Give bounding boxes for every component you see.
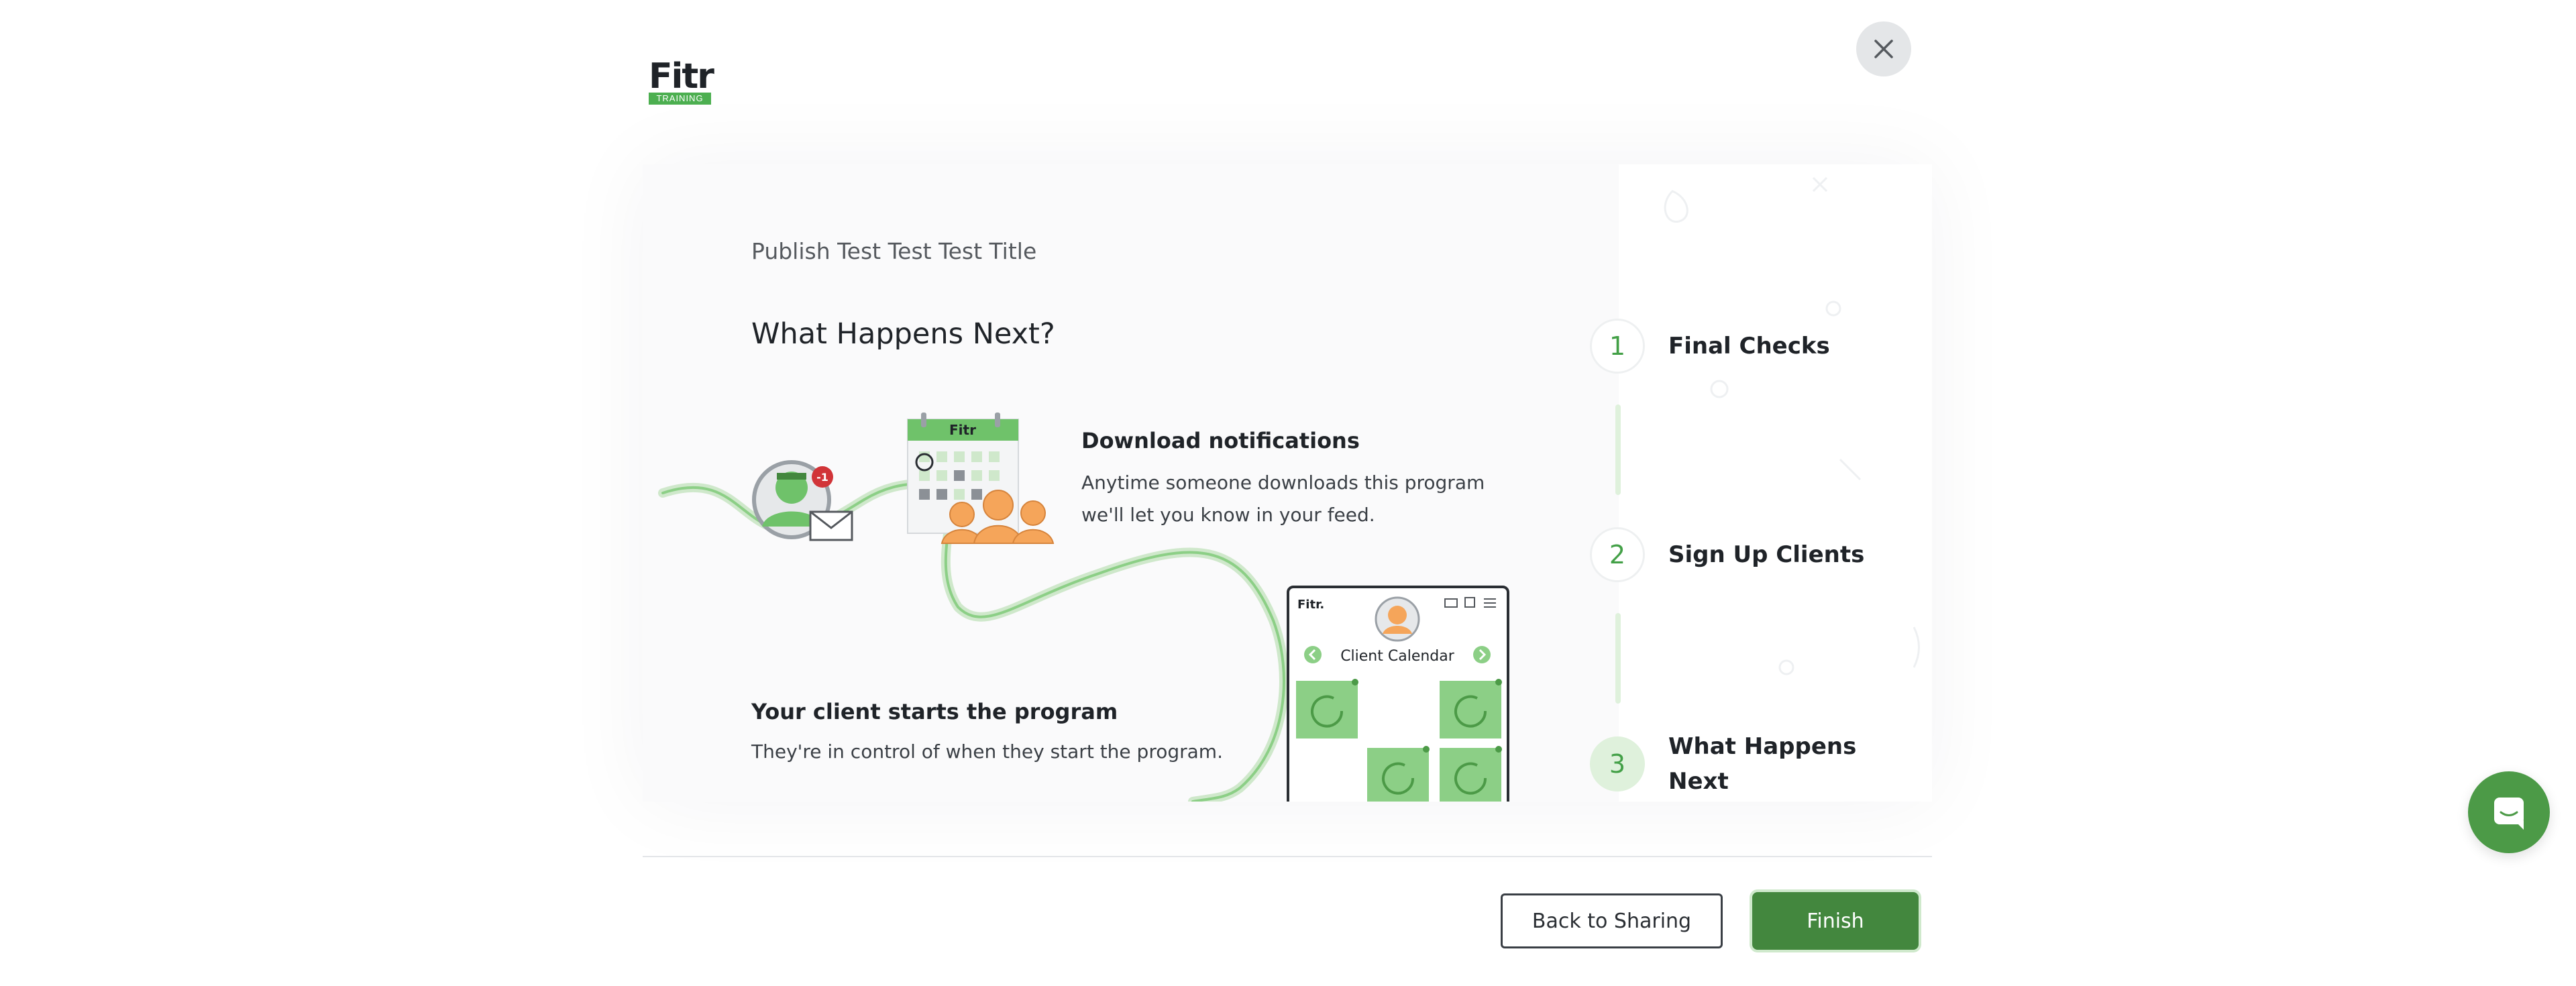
stepper-step-2-label: Sign Up Clients (1668, 541, 1865, 568)
client-starts-title: Your client starts the program (751, 699, 1118, 724)
content-panel: -1 Fitr Fitr. Client Calendar Publish Te… (643, 164, 1619, 802)
logo-badge: TRAINING (649, 93, 711, 105)
chat-icon (2494, 798, 2524, 830)
client-starts-text: They're in control of when they start th… (751, 741, 1223, 763)
stepper-step-3-label-line-2: Next (1668, 768, 1729, 795)
stepper-step-2-circle: 2 (1590, 527, 1645, 582)
program-title: Publish Test Test Test Title (751, 238, 1037, 264)
stepper-step-1-label: Final Checks (1668, 333, 1830, 360)
phone-calendar-title: Client Calendar (1340, 648, 1455, 665)
stepper-step-3-label: What Happens Next (1668, 729, 1856, 799)
envelope-icon (809, 510, 853, 541)
finish-button[interactable]: Finish (1752, 892, 1919, 950)
back-to-sharing-button[interactable]: Back to Sharing (1501, 893, 1723, 948)
download-notifications-line-2: we'll let you know in your feed. (1081, 504, 1375, 526)
stepper-step-3-circle: 3 (1590, 736, 1645, 791)
chat-launcher-button[interactable] (2468, 771, 2550, 853)
close-button[interactable] (1856, 21, 1911, 76)
download-notifications-title: Download notifications (1081, 428, 1360, 453)
stepper-connector-1 (1615, 404, 1621, 495)
calendar-icon: Fitr (907, 413, 1055, 544)
stepper-connector-2 (1615, 613, 1621, 704)
footer-divider (643, 856, 1932, 857)
download-notifications-text: Anytime someone downloads this program w… (1081, 467, 1485, 531)
notification-badge: -1 (816, 471, 828, 484)
decorative-doodles (1664, 176, 1920, 675)
stepper-step-3-label-line-1: What Happens (1668, 733, 1857, 760)
client-calendar-phone: Fitr. Client Calendar (1287, 586, 1509, 802)
stepper-step-1-circle: 1 (1590, 319, 1645, 374)
stepper-panel (1619, 164, 1932, 802)
calendar-brand: Fitr (949, 422, 976, 438)
download-notifications-line-1: Anytime someone downloads this program (1081, 472, 1485, 494)
fitr-logo: Fitr TRAINING (649, 59, 716, 105)
close-icon (1874, 40, 1893, 58)
logo-text: Fitr (649, 56, 714, 97)
client-avatar-icon: -1 (752, 460, 853, 541)
wizard-card: -1 Fitr Fitr. Client Calendar Publish Te… (643, 164, 1932, 802)
phone-brand: Fitr. (1297, 598, 1324, 612)
page-heading: What Happens Next? (751, 317, 1055, 351)
